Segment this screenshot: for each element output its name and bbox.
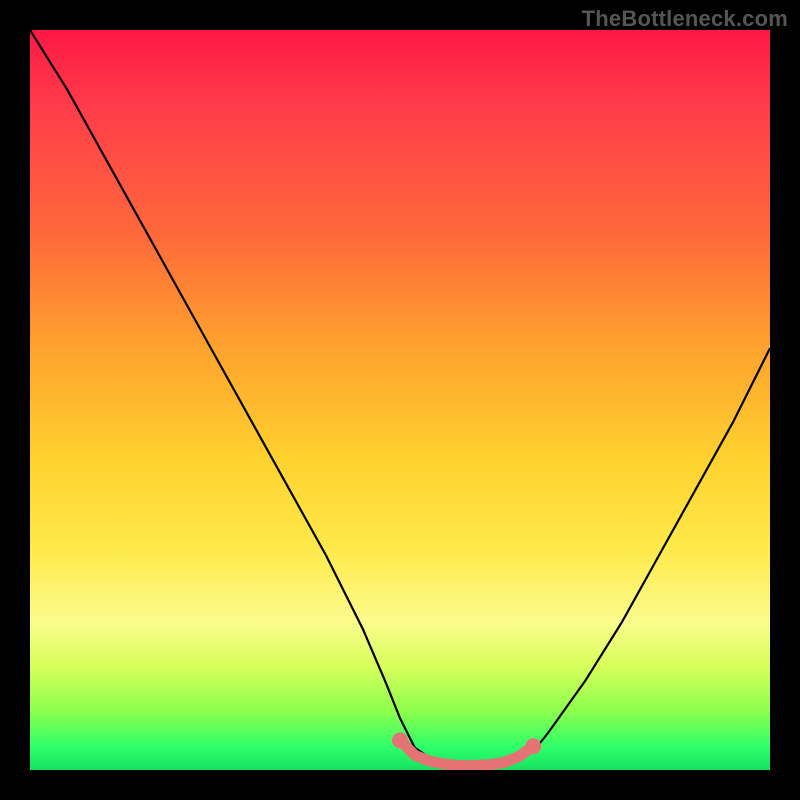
bottleneck-curve	[30, 30, 770, 766]
trough-endpoint	[525, 738, 541, 754]
trough-endpoint	[392, 732, 408, 748]
bottom-markers	[392, 732, 541, 765]
curve-layer	[30, 30, 770, 770]
chart-stage: TheBottleneck.com	[0, 0, 800, 800]
trough-highlight	[400, 740, 533, 765]
watermark-label: TheBottleneck.com	[582, 6, 788, 32]
plot-area	[30, 30, 770, 770]
